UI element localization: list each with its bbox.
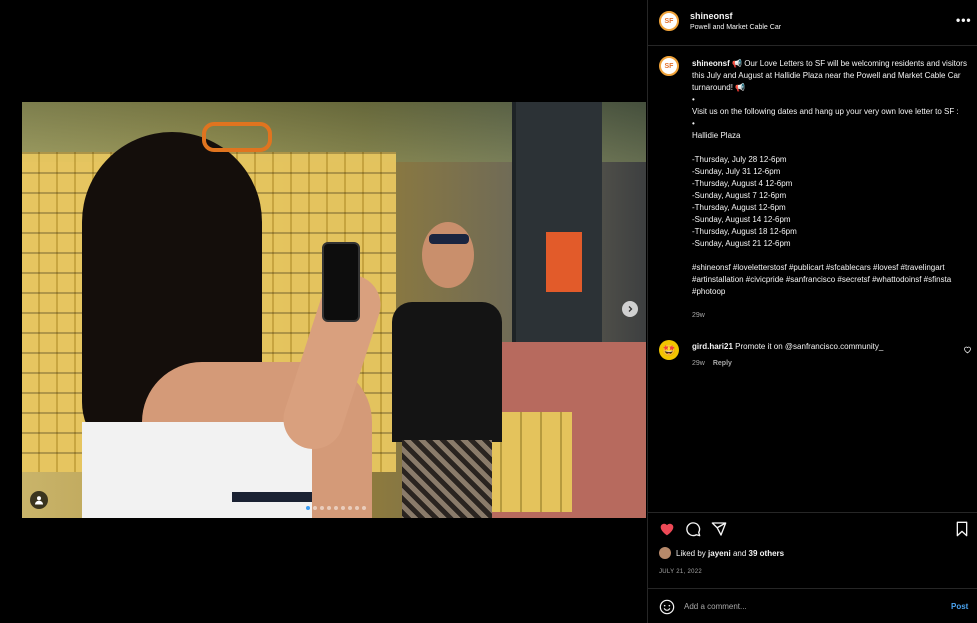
commenter-avatar[interactable]: 🤩 xyxy=(659,340,679,360)
commenter-username[interactable]: gird.hari21 xyxy=(692,342,733,351)
comment-bubble-icon[interactable] xyxy=(685,521,701,537)
carousel-dot xyxy=(313,506,317,510)
caption-avatar[interactable]: SF xyxy=(659,56,679,76)
reply-button[interactable]: Reply xyxy=(713,360,732,367)
woman-head xyxy=(422,222,474,288)
caption-text: 📢 Our Love Letters to SF will be welcomi… xyxy=(692,59,967,296)
liker-username[interactable]: jayeni xyxy=(708,549,731,558)
likes-middle: and xyxy=(730,548,749,558)
more-options-icon[interactable]: ••• xyxy=(956,13,972,27)
author-avatar[interactable]: SF xyxy=(659,11,679,31)
like-heart-icon[interactable] xyxy=(659,521,675,537)
media-area xyxy=(0,0,647,623)
kiosk-sign xyxy=(546,232,582,292)
caption-username[interactable]: shineonsf xyxy=(692,59,730,68)
carousel-dot xyxy=(348,506,352,510)
carousel-dot xyxy=(320,506,324,510)
post-header: SF shineonsf Powell and Market Cable Car… xyxy=(648,0,977,46)
share-paper-plane-icon[interactable] xyxy=(711,521,727,537)
next-photo-button[interactable] xyxy=(622,301,638,317)
woman-black-top xyxy=(392,302,502,442)
chevron-right-icon xyxy=(628,306,633,312)
striped-shirt xyxy=(82,422,312,518)
comment-time: 29w xyxy=(692,360,705,367)
comment-item: 🤩 gird.hari21 Promote it on @sanfrancisc… xyxy=(659,340,971,372)
action-bar xyxy=(648,512,977,542)
comment-input[interactable] xyxy=(684,599,934,613)
emoji-icon[interactable] xyxy=(659,599,675,615)
author-username[interactable]: shineonsf xyxy=(690,11,733,21)
orange-sunglasses xyxy=(202,122,272,152)
post-photo[interactable] xyxy=(22,102,646,518)
photographer-woman xyxy=(82,122,389,518)
comment-heart-icon[interactable] xyxy=(963,345,972,354)
carousel-dot xyxy=(355,506,359,510)
likes-text: Liked by jayeni and 39 others xyxy=(676,549,784,558)
post-location[interactable]: Powell and Market Cable Car xyxy=(690,24,781,31)
carousel-dot xyxy=(306,506,310,510)
carousel-dot xyxy=(362,506,366,510)
post-date[interactable]: JULY 21, 2022 xyxy=(659,569,702,575)
likes-summary: Liked by jayeni and 39 others xyxy=(659,547,784,559)
carousel-dot xyxy=(341,506,345,510)
carousel-dot xyxy=(334,506,338,510)
post-details-panel: SF shineonsf Powell and Market Cable Car… xyxy=(647,0,977,623)
caption-time: 29w xyxy=(692,312,705,319)
carousel-dots xyxy=(306,506,366,510)
smiling-woman xyxy=(367,212,527,518)
post-comment-button[interactable]: Post xyxy=(951,602,968,611)
comment-body: gird.hari21 Promote it on @sanfrancisco.… xyxy=(692,342,883,351)
user-icon xyxy=(35,496,43,505)
comment-text: Promote it on @sanfrancisco.community_ xyxy=(732,342,884,351)
caption-body: shineonsf 📢 Our Love Letters to SF will … xyxy=(692,58,972,298)
comment-meta: 29w Reply xyxy=(692,360,732,367)
phone-in-hand xyxy=(322,242,360,322)
shirt-stripe xyxy=(232,492,312,502)
tagged-users-button[interactable] xyxy=(30,491,48,509)
bookmark-icon[interactable] xyxy=(954,521,970,537)
liker-avatar[interactable] xyxy=(659,547,671,559)
comment-composer: Post xyxy=(648,588,977,623)
woman-plaid-pants xyxy=(402,440,492,518)
likes-prefix: Liked by xyxy=(676,548,709,558)
carousel-dot xyxy=(327,506,331,510)
likes-others-link[interactable]: 39 others xyxy=(749,549,785,558)
woman-sunglasses xyxy=(429,234,469,244)
